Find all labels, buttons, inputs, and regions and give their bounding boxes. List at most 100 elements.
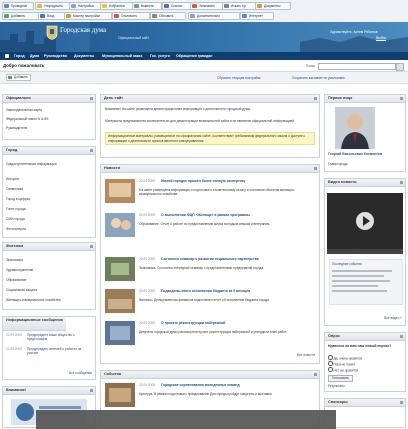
sidebar-item[interactable]: Жилищно-коммунальное хозяйство xyxy=(6,298,61,302)
explorer-icon xyxy=(4,4,9,8)
panel-header: Спонсоры xyxy=(325,399,405,407)
collapse-icon[interactable] xyxy=(314,166,317,170)
toolbar-button[interactable]: Обновить xyxy=(150,12,186,20)
info-link[interactable]: Предупредить жителей о работах на участк… xyxy=(27,347,91,355)
sidebar-item[interactable]: Фотогалерея xyxy=(6,227,26,231)
event-thumbnail[interactable] xyxy=(105,383,135,407)
all-messages-link[interactable]: Все сообщения xyxy=(69,371,92,375)
radio-icon[interactable] xyxy=(328,367,333,372)
toolbar-button[interactable]: Настройки xyxy=(69,2,101,10)
video-caption[interactable]: Последние события xyxy=(332,262,362,266)
collapse-icon[interactable] xyxy=(314,372,317,376)
sidebar-item[interactable]: Город в цифрах xyxy=(6,197,30,201)
sidebar-item[interactable]: Образование xyxy=(6,278,26,282)
news-thumbnail[interactable] xyxy=(105,179,135,203)
add-button[interactable]: Добавить xyxy=(6,74,32,81)
disable-icon xyxy=(114,14,119,18)
toolbar-button[interactable]: Добавить xyxy=(2,12,39,20)
toolbar-button[interactable]: Дополнительно xyxy=(188,12,240,20)
panel-header: Город xyxy=(3,147,95,155)
home-icon[interactable] xyxy=(5,54,9,58)
nav-item-leadership[interactable]: Руководство xyxy=(44,52,67,60)
collapse-icon[interactable] xyxy=(314,96,317,100)
news-thumbnail[interactable] xyxy=(105,257,135,281)
collapse-icon[interactable] xyxy=(400,334,403,338)
nav-item-duma[interactable]: Дума xyxy=(30,52,39,60)
nav-item-services[interactable]: Гос. услуги xyxy=(150,52,170,60)
collapse-icon[interactable] xyxy=(90,96,93,100)
sidebar-item[interactable]: Здравоохранение xyxy=(6,268,33,272)
sidebar-item[interactable]: СМИ города xyxy=(6,217,25,221)
vote-button[interactable]: Голосовать xyxy=(328,375,353,382)
nav-item-appeals[interactable]: Обращения граждан xyxy=(176,52,212,60)
sidebar-item[interactable]: Гости города xyxy=(6,207,26,211)
video-player[interactable] xyxy=(327,193,403,249)
toolbar-button[interactable]: Искать пр. xyxy=(222,2,256,10)
news-title[interactable]: О выполнении ФЦП «Жилище» в рамках прогр… xyxy=(161,213,311,217)
toolbar-button[interactable]: Избранное xyxy=(100,2,134,10)
info-link[interactable]: Предупредите ваше общество о предстоящем xyxy=(27,333,91,341)
toolbar-button[interactable]: Документы xyxy=(255,2,291,10)
poll-option[interactable]: Пока не понял xyxy=(328,361,355,367)
playlist-line xyxy=(332,280,390,282)
toolbar-button[interactable]: Интернет xyxy=(240,12,274,20)
news-title[interactable]: Состоялся семинар о развитии социального… xyxy=(161,257,311,261)
toolbar-button[interactable]: Запомнить xyxy=(190,2,224,10)
toolbar-button[interactable]: Ссылки xyxy=(162,2,192,10)
video-controls[interactable] xyxy=(327,249,403,254)
news-thumbnail[interactable] xyxy=(105,213,135,237)
news-title[interactable]: Жилой городок прошел более полную экспер… xyxy=(161,179,311,183)
radio-icon[interactable] xyxy=(328,355,333,360)
toolbar-button[interactable]: Вывести xyxy=(132,2,162,10)
radio-icon[interactable] xyxy=(328,361,333,366)
poll-option[interactable]: Да, очень нравится xyxy=(328,355,362,361)
playlist-line xyxy=(332,290,387,292)
news-thumbnail[interactable] xyxy=(105,321,135,345)
collapse-icon[interactable] xyxy=(90,148,93,152)
collapse-icon[interactable] xyxy=(90,388,93,392)
all-video-link[interactable]: Все видео » xyxy=(384,316,402,320)
sidebar-item[interactable]: Экономика xyxy=(6,258,23,262)
event-date: 20.09.2009 xyxy=(139,383,155,387)
event-title[interactable]: Городские соревнования молодежных команд xyxy=(161,383,311,387)
poll-results-link[interactable]: Результаты xyxy=(328,384,345,388)
collapse-icon[interactable] xyxy=(400,400,403,404)
nav-item-city[interactable]: Город xyxy=(14,52,25,60)
panel-header: Официально xyxy=(3,95,95,103)
toolbar-button[interactable]: Вход xyxy=(38,12,66,20)
logout-link[interactable]: Выйти xyxy=(376,36,386,40)
save-layout-link[interactable]: Сохранить как макет по умолчанию xyxy=(292,76,345,80)
news-thumbnail[interactable] xyxy=(105,289,135,313)
search-button[interactable] xyxy=(396,63,404,71)
all-news-link[interactable]: Все новости xyxy=(297,353,315,357)
news-title[interactable]: Подведены итоги исполнения бюджета за 9 … xyxy=(161,289,311,293)
news-date: 20.09.2009 xyxy=(139,289,155,293)
play-icon[interactable] xyxy=(355,211,375,231)
sidebar-item[interactable]: Законодательная карта xyxy=(6,108,42,112)
collapse-icon[interactable] xyxy=(90,244,93,248)
news-title[interactable]: О проекте реконструкции набережной xyxy=(161,321,311,325)
sidebar-item[interactable]: Символика xyxy=(6,187,23,191)
toolbar-button[interactable]: Упорядочить xyxy=(35,2,71,10)
search-input[interactable] xyxy=(318,63,396,70)
toolbar-button[interactable]: Проводник xyxy=(2,2,34,10)
collapse-icon[interactable] xyxy=(400,96,403,100)
reset-settings-link[interactable]: Сбросить текущие настройки xyxy=(217,76,260,80)
toolbar-button[interactable]: Отключить xyxy=(112,12,150,20)
city-emblem-icon xyxy=(46,25,58,40)
poll-option[interactable]: Нет, не нравится xyxy=(328,367,358,373)
leader-name[interactable]: Георгий Васильевич Клементов xyxy=(328,152,400,156)
toolbar-button[interactable]: Мастер настройки xyxy=(64,12,112,20)
collapse-icon[interactable] xyxy=(400,180,403,184)
video-playlist[interactable]: Последние события xyxy=(329,259,403,305)
sidebar-item[interactable]: Федеральный закон N 8-ФЗ xyxy=(6,117,48,121)
residents-panel: Жителям Экономика Здравоохранение Образо… xyxy=(2,242,96,310)
sidebar-item[interactable]: История xyxy=(6,177,19,181)
news-date: 20.09.2009 xyxy=(139,213,155,217)
nav-item-documents[interactable]: Документы xyxy=(74,52,94,60)
sidebar-item[interactable]: Руководители xyxy=(6,126,27,130)
nav-item-orders[interactable]: Муниципальный заказ xyxy=(102,52,142,60)
sidebar-item[interactable]: Социальная защита xyxy=(6,288,37,292)
sidebar-item[interactable]: Градостроительная информация xyxy=(6,162,76,166)
info-date: 20.09.2009 xyxy=(6,333,22,337)
